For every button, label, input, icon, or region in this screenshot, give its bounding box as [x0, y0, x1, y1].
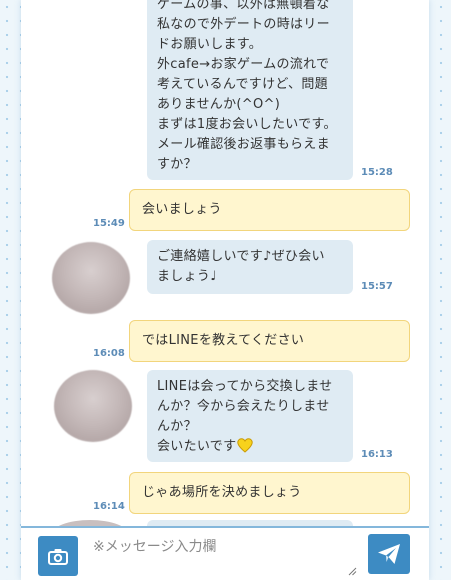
outgoing-message-bubble: 会いましょう [129, 189, 410, 231]
outgoing-message-bubble: ではLINEを教えてください [129, 320, 410, 362]
message-text: ご連絡嬉しいです♪ぜひ会い ましょう♩ [157, 249, 325, 284]
outgoing-message-bubble: じゃあ場所を決めましょう [129, 472, 410, 514]
incoming-message-bubble: ご連絡嬉しいです♪ぜひ会い ましょう♩ [147, 240, 353, 294]
message-text: ゲームの事、以外は無頓着な 私なので外デートの時はリー ドお願いします。 外ca… [157, 0, 337, 172]
yellow-heart-emoji-icon [237, 438, 254, 453]
message-text: じゃあ場所を決めましょう [142, 485, 302, 500]
message-text: 会いましょう [142, 202, 222, 217]
avatar[interactable] [52, 242, 130, 314]
message-timestamp: 15:28 [361, 167, 393, 178]
send-button[interactable] [368, 534, 410, 574]
message-timestamp: 16:14 [93, 501, 125, 512]
paper-plane-icon [378, 544, 400, 564]
avatar[interactable] [54, 370, 132, 442]
message-composer [21, 526, 429, 580]
message-timestamp: 16:13 [361, 449, 393, 460]
resize-handle-icon[interactable] [347, 566, 357, 576]
message-timestamp: 16:08 [93, 348, 125, 359]
incoming-message-bubble: LINEは会ってから交換しませ んか？今から会えたりしませ んか？ 会いたいです [147, 370, 353, 462]
message-text: ではLINEを教えてください [142, 333, 305, 348]
message-timestamp: 15:57 [361, 281, 393, 292]
camera-button[interactable] [38, 536, 78, 576]
chat-window: ゲームの事、以外は無頓着な 私なので外デートの時はリー ドお願いします。 外ca… [21, 0, 429, 580]
incoming-message-bubble: ゲームの事、以外は無頓着な 私なので外デートの時はリー ドお願いします。 外ca… [147, 0, 353, 180]
message-input[interactable] [89, 532, 369, 580]
message-timestamp: 15:49 [93, 218, 125, 229]
message-text: LINEは会ってから交換しませ んか？今から会えたりしませ んか？ 会いたいです [157, 377, 343, 457]
camera-icon [48, 548, 68, 565]
